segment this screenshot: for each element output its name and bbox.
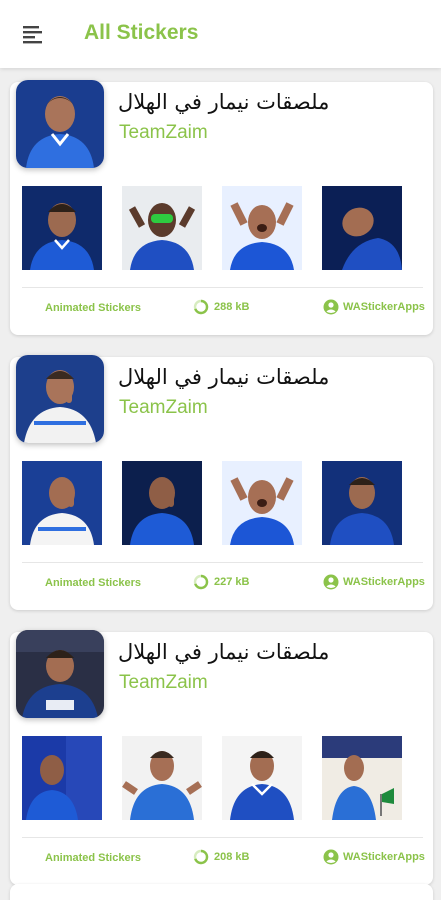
sticker-thumb [322,461,402,545]
pack-size: 288 kB [193,299,249,315]
sticker-thumb [122,186,202,270]
sticker-pack-card-partial[interactable] [10,884,433,900]
pack-type: Animated Stickers [45,852,141,864]
pack-app: WAStickerApps [323,574,425,590]
sticker-thumb [322,186,402,270]
sticker-previews [22,186,422,270]
sticker-thumb [322,736,402,820]
pack-type: Animated Stickers [45,577,141,589]
pack-app: WAStickerApps [323,299,425,315]
sticker-pack-card[interactable]: ملصقات نيمار في الهلال TeamZaim Animated… [10,355,433,610]
pack-size: 227 kB [193,574,249,590]
tray-icon [16,355,104,443]
pack-publisher: TeamZaim [119,397,208,418]
tray-icon [16,630,104,718]
sticker-previews [22,461,422,545]
sticker-previews [22,736,422,820]
pack-publisher: TeamZaim [119,122,208,143]
pack-name: ملصقات نيمار في الهلال [118,90,330,114]
sticker-thumb [222,736,302,820]
card-footer: Animated Stickers 227 kB WAStickerApps [10,563,433,607]
size-ring-icon [193,849,209,865]
sticker-pack-card[interactable]: ملصقات نيمار في الهلال TeamZaim Animated… [10,80,433,335]
card-footer: Animated Stickers 288 kB WAStickerApps [10,288,433,332]
pack-app: WAStickerApps [323,849,425,865]
pack-size: 208 kB [193,849,249,865]
sticker-thumb [122,461,202,545]
menu-button[interactable] [18,20,48,48]
menu-icon [23,26,42,44]
page-title: All Stickers [84,21,199,44]
tray-icon [16,80,104,168]
account-icon [323,849,339,865]
pack-publisher: TeamZaim [119,672,208,693]
size-ring-icon [193,299,209,315]
sticker-thumb [222,186,302,270]
sticker-thumb [22,461,102,545]
card-footer: Animated Stickers 208 kB WAStickerApps [10,838,433,882]
sticker-pack-card[interactable]: ملصقات نيمار في الهلال TeamZaim Animated… [10,630,433,885]
sticker-thumb [22,736,102,820]
account-icon [323,299,339,315]
account-icon [323,574,339,590]
pack-name: ملصقات نيمار في الهلال [118,365,330,389]
sticker-thumb [222,461,302,545]
sticker-thumb [22,186,102,270]
sticker-thumb [122,736,202,820]
size-ring-icon [193,574,209,590]
pack-type: Animated Stickers [45,302,141,314]
pack-name: ملصقات نيمار في الهلال [118,640,330,664]
app-bar: All Stickers [0,0,441,68]
